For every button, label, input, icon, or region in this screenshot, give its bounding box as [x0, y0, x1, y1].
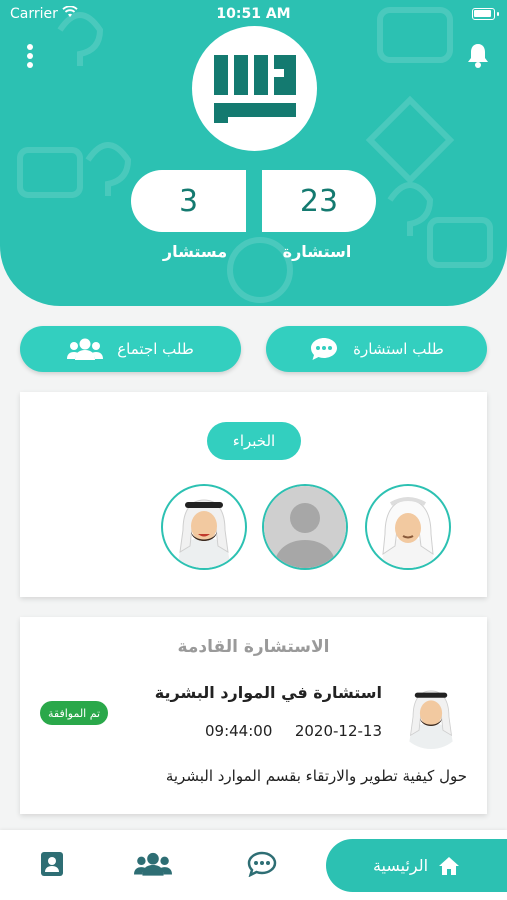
contact-card-icon: [41, 852, 63, 876]
group-icon: [67, 338, 104, 360]
battery-icon: [472, 8, 499, 20]
kufic-logo: [213, 54, 296, 123]
person-placeholder-icon: [264, 486, 346, 568]
consultation-label: استشارة: [282, 242, 352, 261]
expert-avatar-3[interactable]: [365, 484, 451, 570]
chat-bubble-icon: [311, 338, 338, 360]
status-badge: تم الموافقة: [40, 701, 109, 725]
app-screen: 3 23 مستشار استشارة Carrier 10:51 AM طلب…: [0, 0, 507, 900]
header: 3 23 مستشار استشارة: [0, 0, 507, 306]
request-consultation-button[interactable]: طلب استشارة: [266, 326, 487, 372]
consultation-date: 2020-12-13: [294, 722, 382, 740]
logo: [192, 26, 317, 151]
tab-profile[interactable]: [30, 842, 74, 886]
upcoming-consultation-card[interactable]: الاستشارة القادمة استشارة في الموارد الب…: [20, 617, 487, 814]
more-vertical-icon[interactable]: [22, 42, 38, 70]
consultation-description: حول كيفية تطوير والارتقاء بقسم الموارد ا…: [165, 767, 467, 785]
bottom-tab-bar: الرئيسية: [0, 830, 507, 900]
request-consultation-label: طلب استشارة: [353, 340, 444, 358]
tab-experts[interactable]: [128, 842, 178, 886]
expert-avatar-1[interactable]: [161, 484, 247, 570]
request-meeting-button[interactable]: طلب اجتماع: [20, 326, 241, 372]
home-icon: [439, 856, 460, 875]
status-bar: Carrier 10:51 AM: [0, 0, 507, 30]
consultation-title: استشارة في الموارد البشرية: [154, 683, 382, 702]
chat-bubble-icon: [247, 851, 277, 877]
consultant-avatar: [396, 679, 466, 749]
man-avatar-icon: [407, 690, 455, 749]
experts-card: الخبراء: [20, 392, 487, 597]
group-icon: [134, 852, 172, 876]
expert-avatar-2[interactable]: [262, 484, 348, 570]
advisor-count: 3: [131, 170, 246, 232]
experts-tag[interactable]: الخبراء: [207, 422, 301, 460]
advisor-label: مستشار: [162, 242, 228, 261]
tab-home-label: الرئيسية: [372, 856, 429, 875]
clock: 10:51 AM: [216, 6, 291, 22]
consultation-count: 23: [262, 170, 376, 232]
upcoming-section-title: الاستشارة القادمة: [177, 637, 330, 657]
consultation-time: 09:44:00: [205, 722, 273, 740]
man-avatar-icon: [177, 499, 231, 568]
tab-chats[interactable]: [238, 842, 286, 886]
request-meeting-label: طلب اجتماع: [117, 340, 194, 358]
bell-icon[interactable]: [466, 42, 490, 68]
man-avatar-icon: [381, 497, 435, 568]
tab-home[interactable]: الرئيسية: [326, 839, 507, 892]
